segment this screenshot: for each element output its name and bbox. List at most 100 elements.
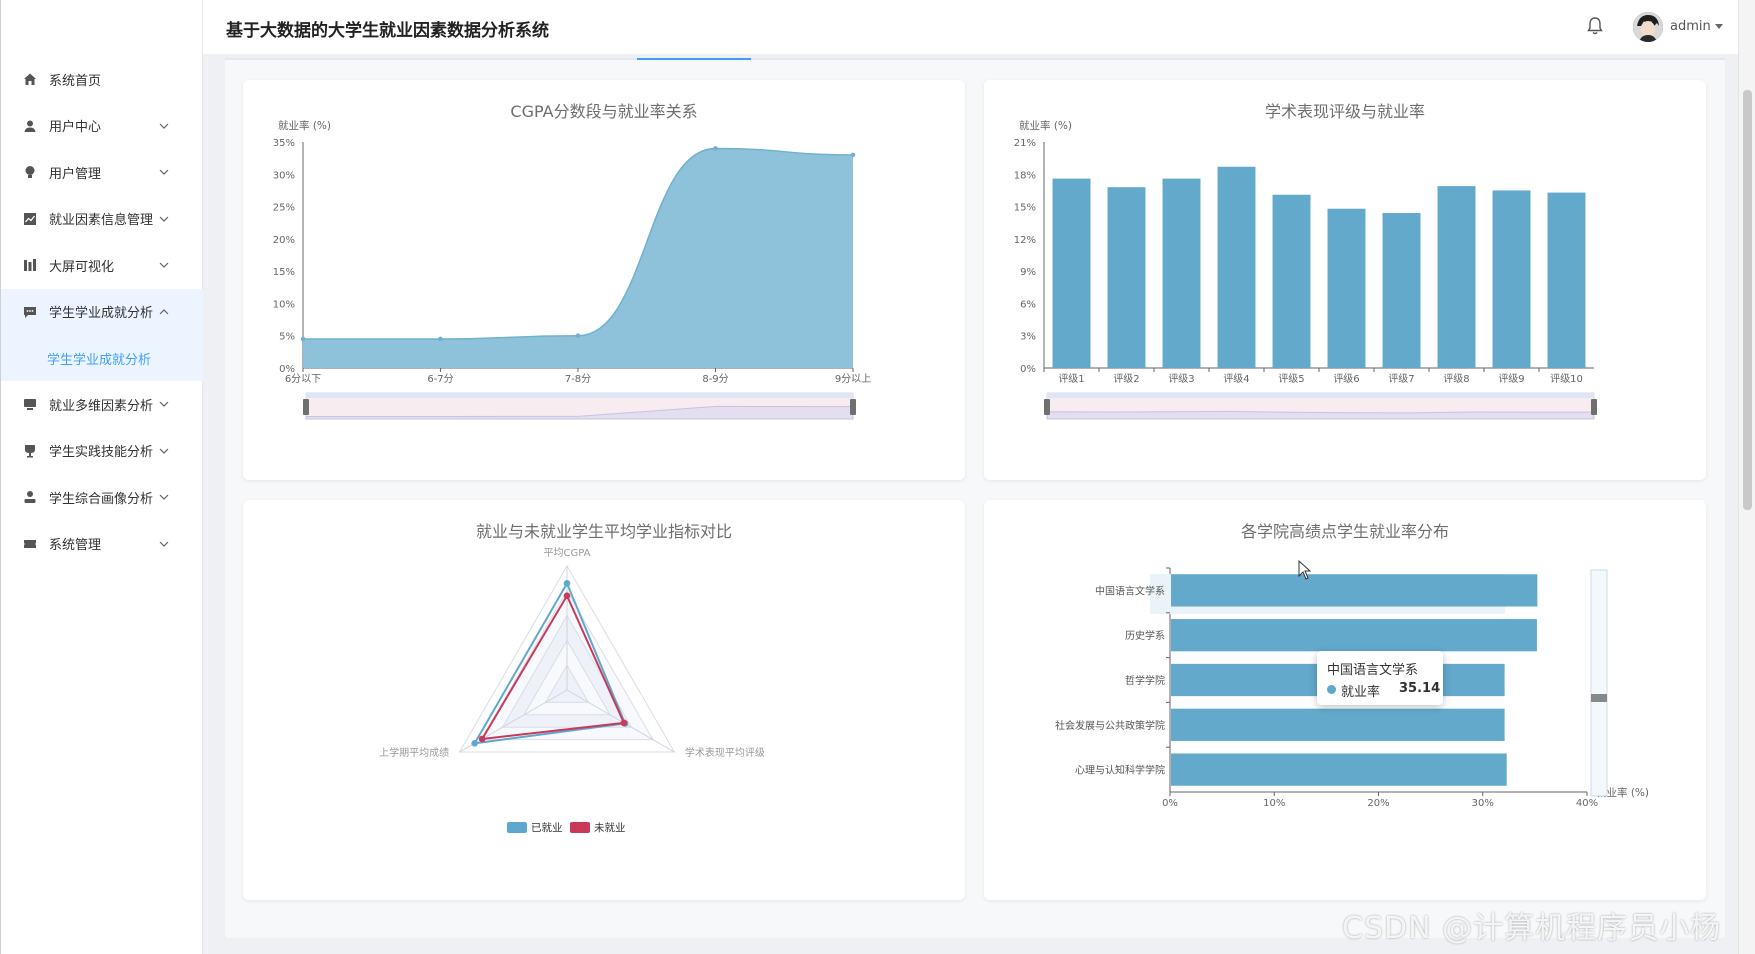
user-name[interactable]: admin — [1670, 19, 1711, 34]
bar[interactable] — [1547, 192, 1586, 368]
data-zoom-handle-left[interactable] — [1044, 399, 1050, 415]
sidebar-item-9[interactable]: 系统管理 — [1, 521, 203, 568]
caret-down-icon[interactable] — [1715, 24, 1723, 30]
bar[interactable] — [1107, 187, 1146, 368]
bar[interactable] — [1171, 619, 1537, 652]
radar-chart[interactable]: 平均CGPA 学术表现平均评级 上学期平均成绩已就业 未就业 — [243, 500, 965, 900]
tooltip-marker — [1327, 685, 1336, 694]
sidebar-item-6[interactable]: 就业多维因素分析 — [1, 381, 203, 428]
data-point — [300, 336, 306, 342]
bar[interactable] — [1162, 178, 1201, 368]
tooltip-title: 中国语言文学系 — [1327, 663, 1419, 678]
bar[interactable] — [1171, 708, 1505, 741]
x-tick-label: 评级3 — [1168, 373, 1194, 385]
page-scroll-thumb[interactable] — [1743, 90, 1752, 510]
y-tick-label: 0% — [1020, 364, 1036, 375]
sidebar-item-label: 就业因素信息管理 — [49, 213, 154, 229]
sidebar-item-5[interactable]: 学生学业成就分析 — [1, 288, 203, 335]
data-zoom-slider[interactable] — [303, 392, 856, 420]
y-tick-label: 哲学学院 — [1125, 674, 1165, 687]
x-tick-label: 30% — [1472, 798, 1494, 809]
x-tick-label: 评级2 — [1113, 373, 1139, 385]
y-tick-label: 21% — [1014, 138, 1036, 149]
message-icon — [23, 305, 37, 319]
avatar[interactable] — [1633, 12, 1663, 42]
radar-indicator-label: 平均CGPA — [544, 547, 591, 559]
data-zoom-handle-right[interactable] — [850, 399, 856, 415]
x-tick-label: 评级5 — [1278, 373, 1304, 385]
x-tick-label: 0% — [1162, 798, 1178, 809]
x-tick-label: 评级10 — [1550, 373, 1583, 385]
sidebar-menu: 系统首页 用户中心 用户管理 就业因素信息管理 大屏可视化 学生学业成就分析 学生学业成就分… — [1, 56, 203, 567]
bell-icon[interactable] — [1586, 16, 1604, 36]
bulb-icon — [23, 165, 37, 179]
chevron-down-icon — [159, 216, 169, 222]
sidebar-item-label: 用户中心 — [49, 120, 102, 136]
chevron-down-icon — [159, 448, 169, 454]
vertical-zoom-track — [1590, 569, 1608, 797]
x-tick-label: 评级4 — [1223, 373, 1249, 385]
sidebar-item-label: 就业多维因素分析 — [49, 398, 154, 414]
sidebar-subitem-active[interactable]: 学生学业成就分析 — [1, 335, 203, 381]
tab-active-indicator — [637, 58, 751, 60]
bar[interactable] — [1171, 574, 1538, 607]
y-tick-label: 20% — [273, 235, 295, 246]
ticket-icon — [23, 537, 37, 551]
bar[interactable] — [1437, 186, 1476, 368]
vertical-zoom-handle — [1591, 694, 1607, 702]
sidebar-item-2[interactable]: 用户管理 — [1, 149, 203, 196]
x-tick-label: 6分以下 — [285, 373, 321, 385]
tooltip-label: 就业率 — [1341, 685, 1381, 700]
page-scrollbar[interactable] — [1738, 0, 1755, 954]
bar[interactable] — [1272, 194, 1311, 368]
data-zoom-handle-right[interactable] — [1591, 399, 1597, 415]
legend-swatch[interactable] — [507, 822, 527, 833]
bar[interactable] — [1217, 166, 1256, 368]
sidebar-item-label: 系统管理 — [49, 538, 102, 554]
x-tick-label: 10% — [1263, 798, 1285, 809]
bar[interactable] — [1382, 213, 1421, 368]
radar-indicator-label: 学术表现平均评级 — [685, 746, 765, 759]
sidebar-item-1[interactable]: 用户中心 — [1, 103, 203, 150]
radar-point — [563, 592, 571, 600]
cgpa-area-chart[interactable]: 就业率 (%)0%5%10%15%20%25%30%35%6分以下 6-7分 7-8… — [243, 80, 965, 480]
x-tick-label: 评级1 — [1058, 373, 1084, 385]
data-zoom-slider[interactable] — [1044, 392, 1597, 420]
vertical-data-zoom[interactable] — [1590, 569, 1608, 797]
y-tick-label: 10% — [273, 299, 295, 310]
x-tick-label: 6-7分 — [427, 373, 453, 385]
data-zoom-handle-left[interactable] — [303, 399, 309, 415]
x-tick-label: 9分以上 — [835, 373, 871, 385]
y-tick-label: 3% — [1020, 332, 1036, 343]
bar[interactable] — [1492, 190, 1531, 368]
sidebar-item-3[interactable]: 就业因素信息管理 — [1, 196, 203, 243]
legend-label: 已就业 — [531, 821, 563, 834]
top-header: 基于大数据的大学生就业因素数据分析系统 admin — [203, 0, 1738, 54]
home-icon — [23, 72, 37, 86]
chevron-up-icon — [159, 308, 169, 315]
avatar-image — [1633, 12, 1663, 42]
x-tick-label: 8-9分 — [702, 373, 728, 385]
person-icon — [23, 490, 37, 504]
sidebar-item-label: 学生实践技能分析 — [49, 445, 154, 461]
radar-point — [471, 740, 478, 747]
bar[interactable] — [1327, 208, 1366, 368]
legend-swatch[interactable] — [570, 822, 590, 833]
sidebar-item-7[interactable]: 学生实践技能分析 — [1, 428, 203, 475]
radar-indicator-label: 上学期平均成绩 — [379, 746, 449, 759]
x-tick-label: 40% — [1576, 798, 1598, 809]
y-tick-label: 6% — [1020, 299, 1036, 310]
rating-bar-chart[interactable]: 就业率 (%) 0% 3% 6% 9% 12% 15% 18% 21% 评级1 评级2 评级3 评级4 评… — [984, 80, 1706, 480]
sidebar-item-4[interactable]: 大屏可视化 — [1, 242, 203, 289]
monitor-icon — [23, 397, 37, 411]
sidebar-item-8[interactable]: 学生综合画像分析 — [1, 474, 203, 521]
sidebar-item-0[interactable]: 系统首页 — [1, 56, 203, 103]
data-point — [438, 336, 443, 342]
chevron-down-icon — [159, 494, 169, 501]
bar[interactable] — [1171, 753, 1507, 786]
legend-label: 未就业 — [594, 821, 626, 834]
chevron-down-icon — [159, 401, 169, 408]
bar[interactable] — [1052, 178, 1091, 368]
y-tick-label: 5% — [279, 332, 295, 343]
data-point — [713, 146, 718, 151]
